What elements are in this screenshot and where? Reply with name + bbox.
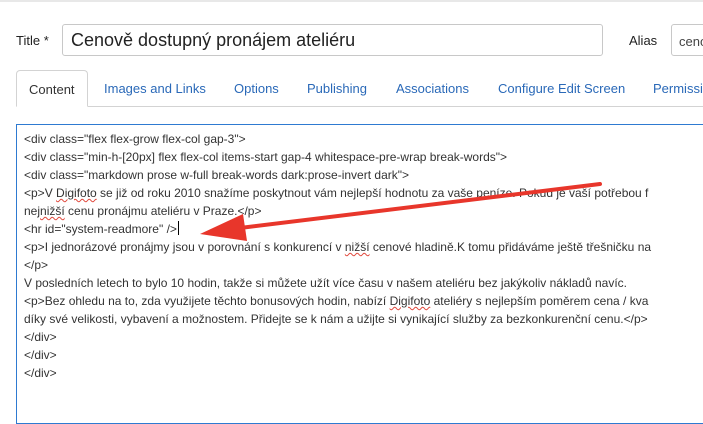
editor-line: <div class="markdown prose w-full break-…	[24, 168, 410, 182]
alias-label: Alias	[629, 33, 658, 48]
editor-line: <hr id="system-readmore" />	[24, 221, 179, 236]
tab-content[interactable]: Content	[16, 70, 88, 107]
editor-line: díky své velikosti, vybavení a možnostem…	[24, 312, 648, 326]
html-editor[interactable]: <div class="flex flex-grow flex-col gap-…	[16, 124, 703, 424]
editor-line: <div class="flex flex-grow flex-col gap-…	[24, 132, 246, 146]
tab-publishing[interactable]: Publishing	[307, 70, 367, 106]
alias-input[interactable]: cenove-dostupny-pronajem-ateliéru	[671, 24, 703, 56]
editor-line: nejnižší cenu pronájmu ateliéru v Praze.…	[24, 204, 262, 218]
editor-line: V posledních letech to bylo 10 hodin, ta…	[24, 276, 627, 290]
editor-line: <p>Bez ohledu na to, zda využijete těcht…	[24, 294, 649, 308]
editor-line: </p>	[24, 258, 49, 272]
editor-line: </div>	[24, 348, 57, 362]
tab-options[interactable]: Options	[234, 70, 279, 106]
tab-images-and-links[interactable]: Images and Links	[104, 70, 206, 106]
text-caret	[177, 221, 179, 235]
editor-line: <p>V Digifoto se již od roku 2010 snažím…	[24, 186, 649, 200]
tab-permissions[interactable]: Permissions	[653, 70, 703, 106]
top-divider	[0, 0, 703, 2]
tab-associations[interactable]: Associations	[396, 70, 469, 106]
title-input[interactable]: Cenově dostupný pronájem ateliéru	[62, 24, 603, 56]
tab-configure-edit-screen[interactable]: Configure Edit Screen	[498, 70, 625, 106]
editor-line: </div>	[24, 330, 57, 344]
title-label: Title *	[16, 33, 49, 48]
editor-line: </div>	[24, 366, 57, 380]
tab-bar: Content Images and Links Options Publish…	[16, 70, 703, 107]
editor-line: <p>I jednorázové pronájmy jsou v porovná…	[24, 240, 652, 254]
editor-line: <div class="min-h-[20px] flex flex-col i…	[24, 150, 508, 164]
